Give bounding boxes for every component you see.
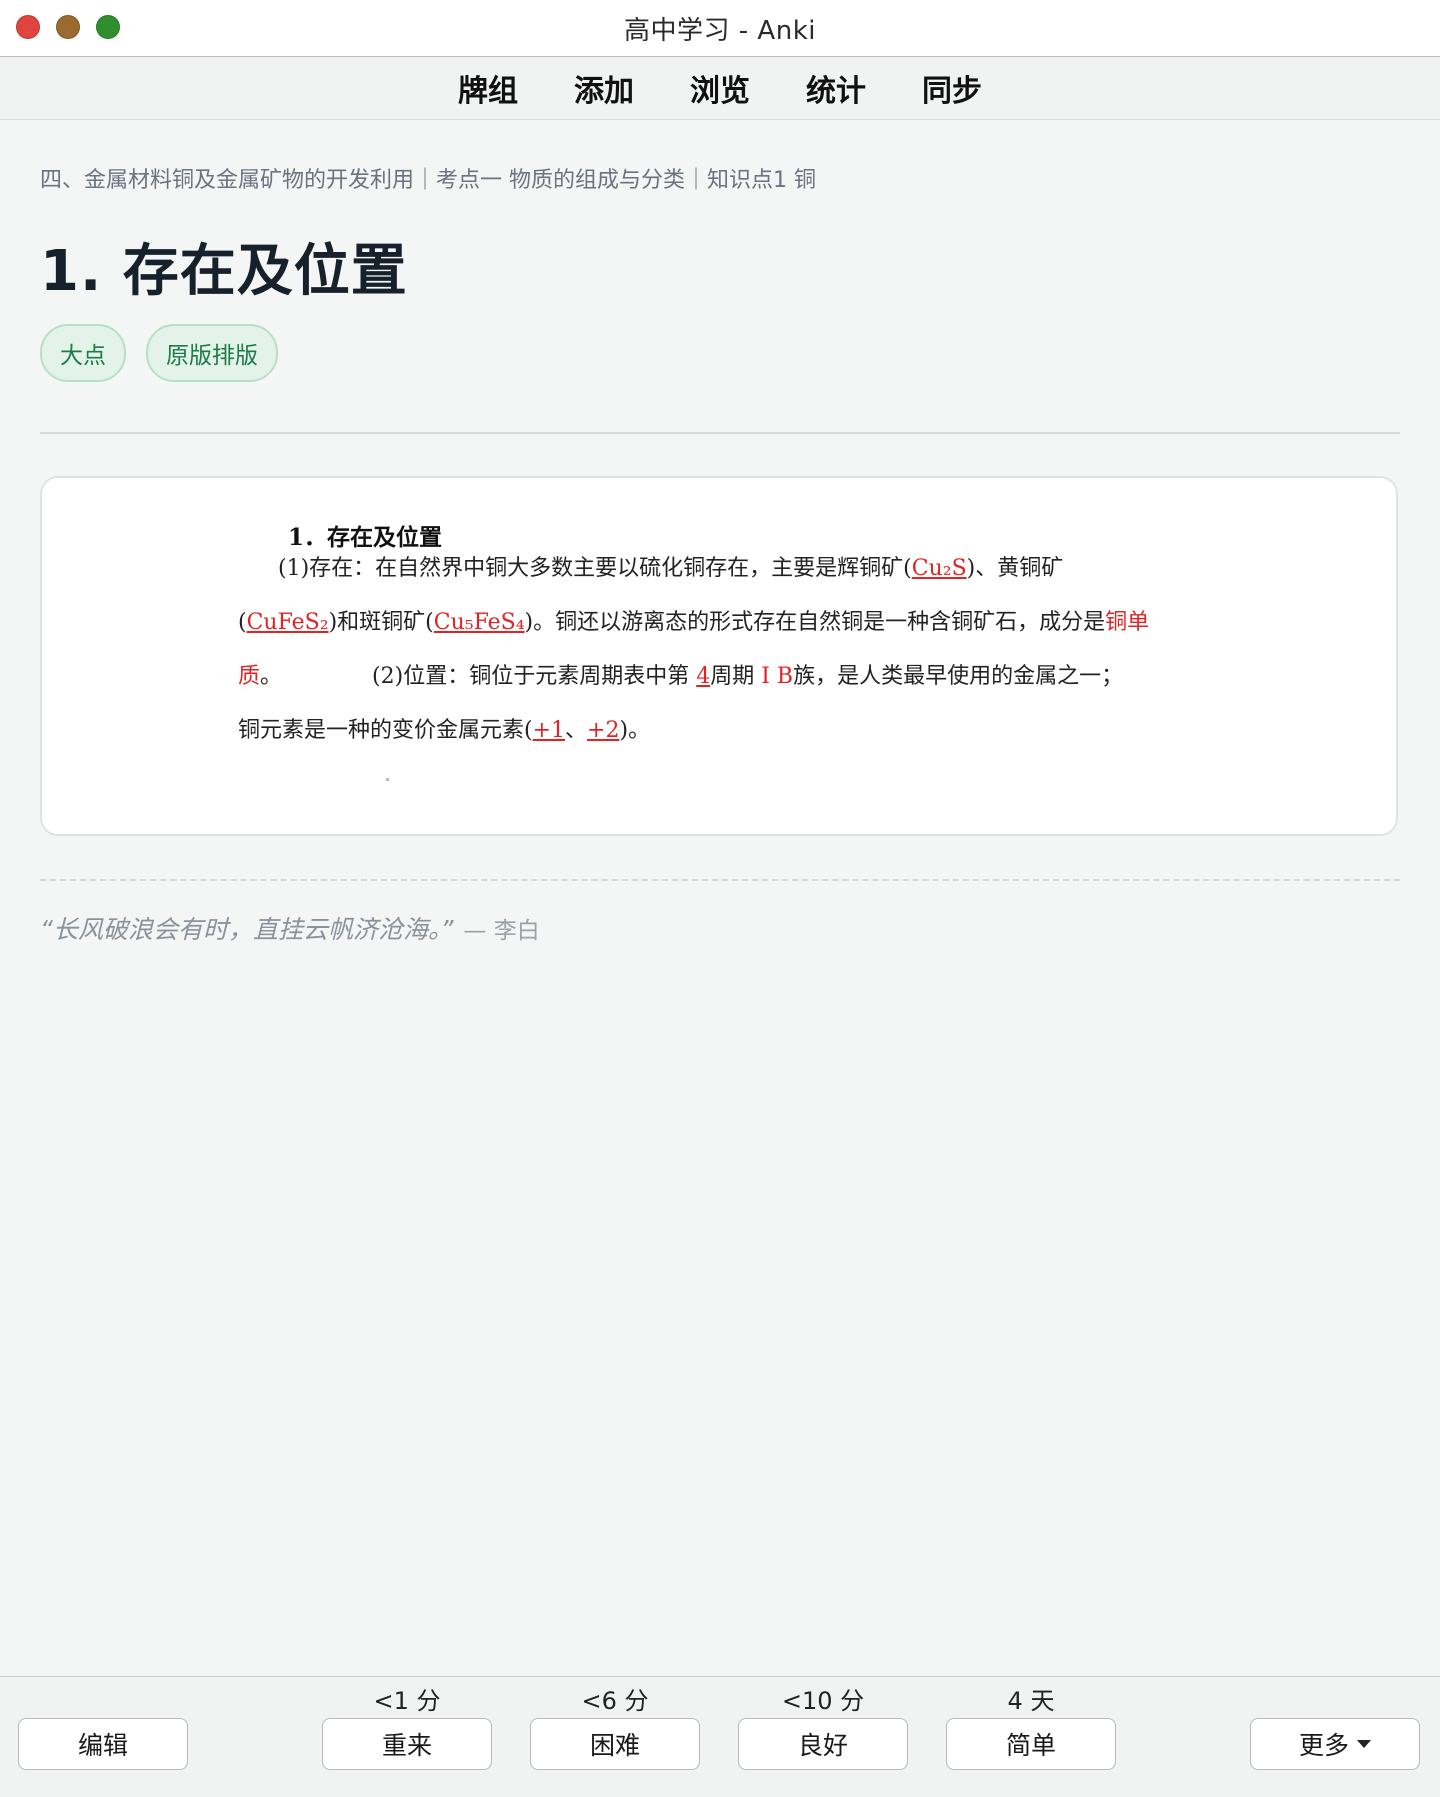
easy-button[interactable]: 简单: [946, 1718, 1116, 1770]
toolbar-sync[interactable]: 同步: [894, 66, 1010, 110]
answer-text: Ⅰ B: [761, 664, 794, 689]
close-window-button[interactable]: [16, 15, 40, 39]
caret-down-icon: [1357, 1740, 1371, 1748]
title-bar: 高中学习 - Anki: [0, 0, 1440, 57]
answer-text: 质: [238, 664, 261, 689]
answer-text: Cu₂S: [911, 556, 967, 581]
good-button[interactable]: 良好: [738, 1718, 908, 1770]
text: )、黄铜矿: [966, 556, 1064, 581]
text: 。: [260, 664, 283, 689]
quote-author: — 李白: [463, 918, 540, 944]
interval-easy: 4 天: [1007, 1687, 1055, 1715]
answer-text: 4: [696, 664, 711, 689]
again-button[interactable]: 重来: [322, 1718, 492, 1770]
card-line-2: (CuFeS₂)和斑铜矿(Cu₅FeS₄)。铜还以游离态的形式存在自然铜是一种含…: [238, 610, 1150, 635]
breadcrumb: 四、金属材料铜及金属矿物的开发利用｜考点一 物质的组成与分类｜知识点1 铜: [40, 168, 816, 193]
minimize-window-button[interactable]: [56, 15, 80, 39]
tag-list: 大点 原版排版: [40, 324, 278, 382]
toolbar-browse[interactable]: 浏览: [662, 66, 778, 110]
interval-hard: <6 分: [581, 1687, 649, 1715]
toolbar-decks[interactable]: 牌组: [430, 66, 546, 110]
anki-window: 高中学习 - Anki 牌组 添加 浏览 统计 同步 四、金属材料铜及金属矿物的…: [0, 0, 1440, 1797]
quote-text: “长风破浪会有时，直挂云帆济沧海。”: [40, 915, 454, 944]
text: )。铜还以游离态的形式存在自然铜是一种含铜矿石，成分是: [524, 610, 1106, 635]
answer-text: +1: [532, 718, 566, 743]
tag-original-layout: 原版排版: [146, 324, 278, 382]
text: 周期: [710, 664, 762, 689]
toolbar-add[interactable]: 添加: [546, 66, 662, 110]
hard-button[interactable]: 困难: [530, 1718, 700, 1770]
text: (1)存在：在自然界中铜大多数主要以硫化铜存在，主要是辉铜矿(: [278, 556, 912, 581]
edit-button[interactable]: 编辑: [18, 1718, 188, 1770]
more-button-label: 更多: [1298, 1731, 1349, 1760]
tag-dadian: 大点: [40, 324, 126, 382]
interval-again: <1 分: [373, 1687, 441, 1715]
page-title: 1. 存在及位置: [40, 239, 408, 304]
speck: [386, 778, 389, 781]
window-title: 高中学习 - Anki: [624, 15, 816, 46]
answer-text: 铜单: [1105, 610, 1150, 635]
quote: “长风破浪会有时，直挂云帆济沧海。” — 李白: [40, 910, 540, 946]
answer-text: CuFeS₂: [246, 610, 329, 635]
more-button[interactable]: 更多: [1250, 1718, 1420, 1770]
toolbar-stats[interactable]: 统计: [778, 66, 894, 110]
zoom-window-button[interactable]: [96, 15, 120, 39]
interval-good: <10 分: [781, 1687, 865, 1715]
answer-text: Cu₅FeS₄: [433, 610, 525, 635]
main-toolbar: 牌组 添加 浏览 统计 同步: [0, 57, 1440, 120]
text: )和斑铜矿(: [328, 610, 434, 635]
text: )。: [619, 718, 651, 743]
text: 族，是人类最早使用的金属之一；: [793, 664, 1124, 689]
window-controls: [16, 15, 120, 39]
text: 铜元素是一种的变价金属元素(: [238, 718, 533, 743]
dashed-divider: [40, 879, 1400, 881]
card-line-4: 铜元素是一种的变价金属元素(+1、+2)。: [238, 704, 1238, 758]
answer-bar: 编辑 <1 分 重来 <6 分 困难 <10 分 良好 4 天 简单 更多: [0, 1676, 1440, 1797]
card-line-3: 质。 (2)位置：铜位于元素周期表中第 4周期 Ⅰ B族，是人类最早使用的金属之一…: [238, 650, 1238, 704]
divider: [40, 432, 1400, 434]
text: 、: [565, 718, 588, 743]
card-line-1: (1)存在：在自然界中铜大多数主要以硫化铜存在，主要是辉铜矿(Cu₂S)、黄铜矿: [238, 542, 1238, 596]
answer-text: +2: [587, 718, 620, 743]
text: (2)位置：铜位于元素周期表中第: [372, 664, 697, 689]
note-content-card: 1．存在及位置 (1)存在：在自然界中铜大多数主要以硫化铜存在，主要是辉铜矿(C…: [40, 476, 1398, 836]
